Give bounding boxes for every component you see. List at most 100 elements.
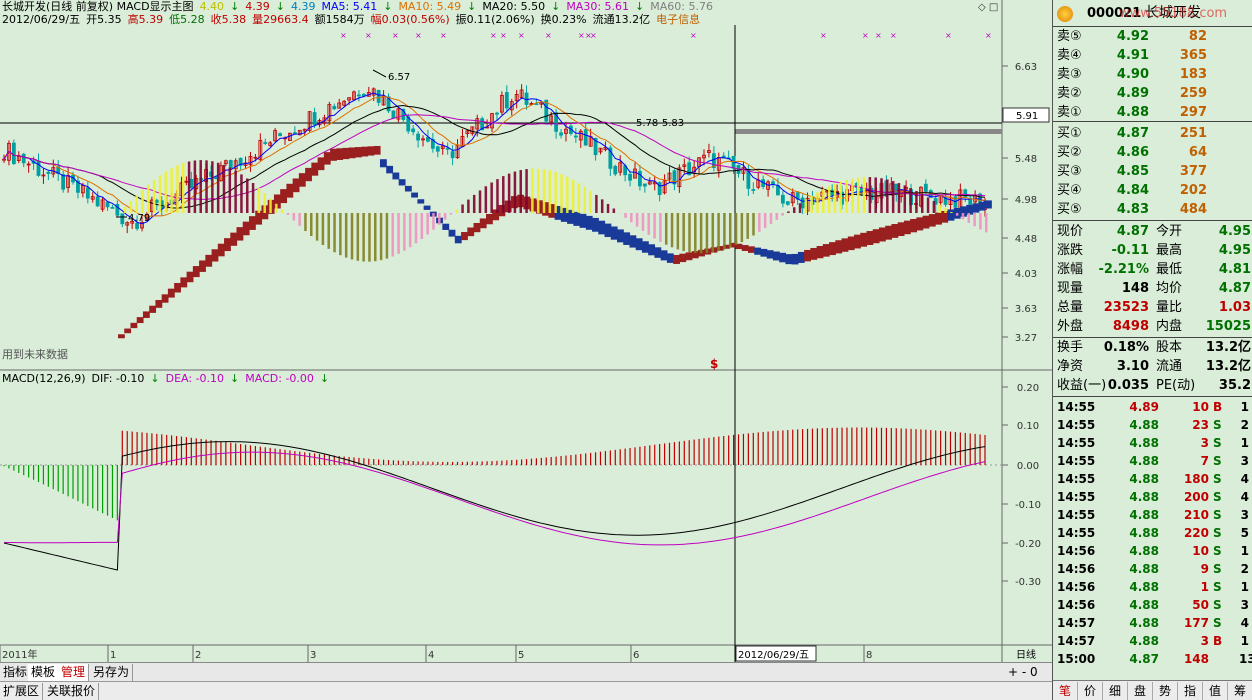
- overlay-bar: [915, 190, 918, 213]
- tick-row[interactable]: 14:56 4.88 10 S 1: [1053, 542, 1252, 560]
- side-tab[interactable]: 指: [1178, 682, 1203, 700]
- tab-indicator[interactable]: 指标: [0, 664, 32, 681]
- bid-price: 4.84: [1116, 183, 1149, 198]
- candle-body: [416, 133, 420, 141]
- tick-side: S: [1213, 508, 1222, 522]
- tab-extension[interactable]: 扩展区: [0, 683, 44, 700]
- kline-chart[interactable]: 6.63 5.48 4.98 4.48 4.03 3.63 3.27 5.91 0.20 0.10…: [0, 0, 1052, 662]
- candle-body: [95, 196, 100, 207]
- side-tab[interactable]: 筹: [1228, 682, 1252, 700]
- candle-body: [376, 89, 381, 103]
- tick-count: 4: [1240, 616, 1249, 630]
- window-controls[interactable]: ◇ □: [978, 2, 998, 13]
- overlay-band-segment: [673, 254, 680, 264]
- side-tab[interactable]: 细: [1103, 682, 1128, 700]
- overlay-bar: [979, 213, 982, 230]
- tick-row[interactable]: 14:55 4.88 200 S 4: [1053, 488, 1252, 506]
- overlay-band-segment: [829, 242, 836, 256]
- overlay-band-segment: [323, 152, 331, 165]
- header-line-1: 长城开发(日线 前复权) MACD显示主图 4.40 ↓ 4.39 ↓ 4.39 MA5: …: [2, 0, 713, 13]
- high-annotation: 6.57: [388, 72, 410, 83]
- signal-x-marker: ×: [340, 31, 347, 40]
- value-2: 4.39: [245, 0, 270, 13]
- overlay-band-segment: [804, 249, 811, 262]
- stat-key: 涨幅: [1057, 262, 1084, 277]
- signal-x-marker: ×: [500, 31, 507, 40]
- overlay-bar: [478, 190, 482, 213]
- tick-row[interactable]: 14:55 4.88 23 S 2: [1053, 416, 1252, 434]
- stat-row: 涨幅 -2.21% 最低 4.81: [1053, 260, 1252, 279]
- ask-volume: 183: [1179, 67, 1207, 82]
- close: 收5.38: [210, 13, 247, 26]
- tab-related-quotes[interactable]: 关联报价: [44, 683, 100, 700]
- overlay-band-segment: [236, 227, 244, 241]
- overlay-band-segment: [205, 254, 213, 267]
- overlay-bar: [787, 211, 790, 213]
- ma20-line: [3, 104, 986, 209]
- side-tab[interactable]: 值: [1203, 682, 1228, 700]
- overlay-bar: [414, 213, 418, 244]
- overlay-bar: [624, 213, 627, 218]
- overlay-band-segment: [604, 223, 612, 238]
- overlay-bar: [973, 213, 976, 227]
- fund-key: 股本: [1156, 340, 1183, 355]
- stat-value: 1.03: [1218, 300, 1251, 315]
- tick-row[interactable]: 14:57 4.88 3 B 1: [1053, 632, 1252, 650]
- overlay-bar: [955, 213, 959, 216]
- overlay-bar: [758, 213, 761, 232]
- value-3: 4.39: [291, 0, 316, 13]
- fund-key: 换手: [1057, 340, 1084, 355]
- tick-row[interactable]: 14:55 4.88 3 S 1: [1053, 434, 1252, 452]
- stat-value: 148: [1121, 281, 1149, 296]
- overlay-band-segment: [947, 209, 955, 221]
- chart-area[interactable]: 6.63 5.48 4.98 4.48 4.03 3.63 3.27 5.91 0.20 0.10…: [0, 0, 1052, 662]
- side-tab[interactable]: 笔: [1053, 682, 1078, 700]
- candle-body: [771, 181, 775, 184]
- side-tab[interactable]: 盘: [1128, 682, 1153, 700]
- overlay-bar: [612, 208, 616, 213]
- stat-key: 涨跌: [1057, 243, 1084, 258]
- overlay-bar: [449, 213, 453, 215]
- overlay-bar: [833, 183, 837, 213]
- tick-row[interactable]: 14:56 4.88 50 S 3: [1053, 596, 1252, 614]
- overlay-band-segment: [330, 148, 337, 161]
- candle-body: [435, 146, 440, 152]
- tick-time: 14:55: [1057, 526, 1096, 540]
- candle-body: [642, 183, 647, 187]
- overlay-band-segment: [847, 236, 855, 251]
- stat-key: 今开: [1156, 224, 1183, 239]
- tab-manage[interactable]: 管理: [58, 664, 90, 681]
- tick-row[interactable]: 14:55 4.88 220 S 5: [1053, 524, 1252, 542]
- tick-row[interactable]: 15:00 4.87 148 13: [1053, 650, 1252, 668]
- overlay-band-segment: [841, 238, 849, 252]
- fund-value: 0.18%: [1103, 340, 1149, 355]
- zoom-controls[interactable]: + - 0: [1008, 665, 1038, 679]
- overlay-band-segment: [479, 218, 487, 229]
- tick-row[interactable]: 14:56 4.88 1 S 1: [1053, 578, 1252, 596]
- overlay-bar: [129, 201, 133, 213]
- stat-value: 23523: [1103, 300, 1149, 315]
- side-tab[interactable]: 价: [1078, 682, 1103, 700]
- candle-body: [105, 201, 110, 208]
- tick-time: 15:00: [1057, 652, 1096, 666]
- signal-x-marker: ×: [440, 31, 447, 40]
- status-bar: 扩展区 关联报价: [0, 681, 1052, 700]
- high: 高5.39: [127, 13, 164, 26]
- overlay-band-segment: [610, 226, 618, 240]
- tick-row[interactable]: 14:57 4.88 177 S 4: [1053, 614, 1252, 632]
- ma5-line: [3, 92, 986, 225]
- tick-time: 14:55: [1057, 418, 1096, 432]
- tab-template[interactable]: 模板: [28, 664, 60, 681]
- sell-level-1: 卖① 4.88 297: [1053, 103, 1252, 122]
- tick-row[interactable]: 14:55 4.88 7 S 3: [1053, 452, 1252, 470]
- side-tab[interactable]: 势: [1153, 682, 1178, 700]
- overlay-bar: [519, 170, 522, 213]
- candle-body: [120, 213, 125, 225]
- tab-save-as[interactable]: 另存为: [90, 664, 134, 681]
- tick-row[interactable]: 14:55 4.88 210 S 3: [1053, 506, 1252, 524]
- tick-row[interactable]: 14:56 4.88 9 S 2: [1053, 560, 1252, 578]
- tick-row[interactable]: 14:55 4.89 10 B 1: [1053, 398, 1252, 416]
- ma5-label: MA5: 5.41: [321, 0, 378, 13]
- mid-annotation: 5.78-5.83: [636, 118, 684, 129]
- tick-row[interactable]: 14:55 4.88 180 S 4: [1053, 470, 1252, 488]
